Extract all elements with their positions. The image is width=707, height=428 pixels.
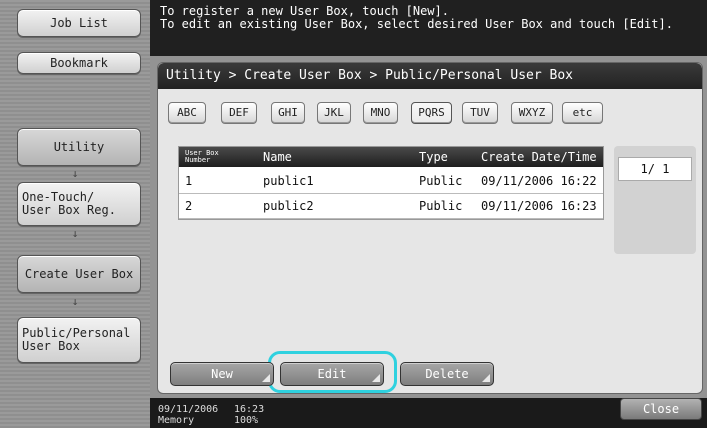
- index-tab-etc[interactable]: etc: [562, 102, 603, 124]
- column-user-box-number: User Box Number: [185, 149, 219, 164]
- index-tab-mno[interactable]: MNO: [363, 102, 398, 124]
- nav-utility[interactable]: Utility: [17, 128, 141, 166]
- corner-icon: [372, 374, 380, 382]
- index-tab-jkl[interactable]: JKL: [317, 102, 351, 124]
- new-button[interactable]: New: [170, 362, 274, 386]
- memory-value: 100%: [234, 415, 259, 426]
- index-tab-def[interactable]: DEF: [221, 102, 257, 124]
- new-button-label: New: [211, 367, 233, 381]
- corner-icon: [482, 374, 490, 382]
- delete-button[interactable]: Delete: [400, 362, 494, 386]
- status-date: 09/11/2006: [158, 404, 219, 415]
- index-tab-abc[interactable]: ABC: [168, 102, 206, 124]
- arrow-down-icon: ↓: [71, 295, 79, 308]
- cell-number: 1: [185, 174, 193, 188]
- table-header: User Box Number Name Type Create Date/Ti…: [179, 147, 603, 167]
- index-tab-pqrs[interactable]: PQRS: [411, 102, 452, 124]
- nav-create-user-box[interactable]: Create User Box: [17, 255, 141, 293]
- column-type: Type: [419, 150, 448, 164]
- edit-button-label: Edit: [317, 367, 347, 381]
- table-row[interactable]: 2 public2 Public 09/11/2006 16:23: [179, 194, 603, 219]
- cell-type: Public: [419, 199, 463, 213]
- page-indicator: 1/ 1: [618, 157, 692, 181]
- arrow-down-icon: ↓: [71, 227, 79, 240]
- cell-date: 09/11/2006 16:23: [481, 199, 597, 213]
- nav-one-touch-user-box-reg[interactable]: One-Touch/ User Box Reg.: [17, 182, 141, 226]
- column-create-date: Create Date/Time: [481, 150, 597, 164]
- delete-button-label: Delete: [425, 367, 469, 381]
- close-button[interactable]: Close: [620, 398, 702, 420]
- bookmark-button[interactable]: Bookmark: [17, 52, 141, 74]
- user-box-table: User Box Number Name Type Create Date/Ti…: [178, 146, 604, 220]
- message-bar: To register a new User Box, touch [New].…: [150, 0, 707, 56]
- table-row[interactable]: 1 public1 Public 09/11/2006 16:22: [179, 169, 603, 194]
- breadcrumb: Utility > Create User Box > Public/Perso…: [158, 63, 702, 89]
- cell-name: public2: [263, 199, 314, 213]
- arrow-down-icon: ↓: [71, 167, 79, 180]
- index-tab-tuv[interactable]: TUV: [462, 102, 498, 124]
- message-line-2: To edit an existing User Box, select des…: [160, 17, 673, 31]
- status-time: 16:23: [234, 404, 265, 415]
- cell-name: public1: [263, 174, 314, 188]
- cell-type: Public: [419, 174, 463, 188]
- corner-icon: [262, 374, 270, 382]
- edit-button[interactable]: Edit: [280, 362, 384, 386]
- index-tab-ghi[interactable]: GHI: [271, 102, 305, 124]
- memory-label: Memory: [158, 415, 195, 426]
- cell-date: 09/11/2006 16:22: [481, 174, 597, 188]
- nav-public-personal-user-box[interactable]: Public/Personal User Box: [17, 317, 141, 363]
- job-list-button[interactable]: Job List: [17, 9, 141, 37]
- cell-number: 2: [185, 199, 193, 213]
- column-name: Name: [263, 150, 292, 164]
- index-tab-wxyz[interactable]: WXYZ: [511, 102, 553, 124]
